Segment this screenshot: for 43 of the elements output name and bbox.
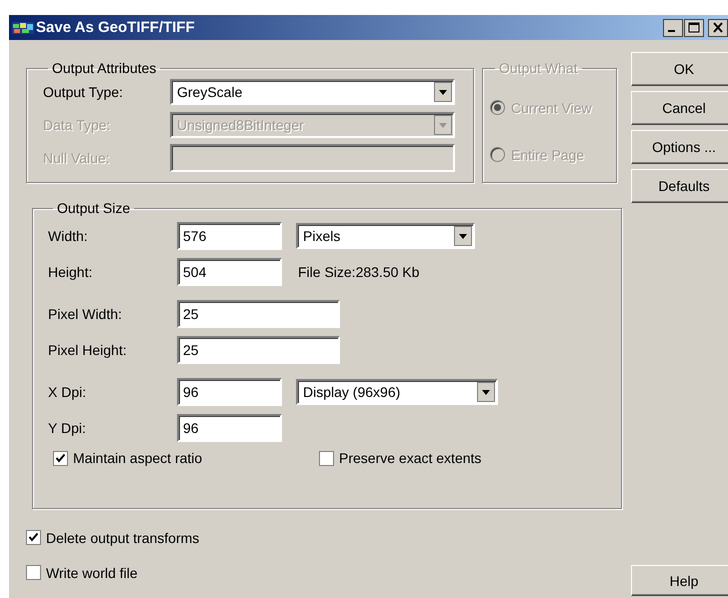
field-label: Y Dpi: (48, 420, 87, 436)
dialog-button[interactable]: Defaults (631, 169, 728, 203)
field-label: Width: (48, 228, 89, 244)
help-button[interactable]: Help (631, 565, 728, 596)
dropdown[interactable]: GreyScale (170, 78, 455, 104)
file-size-text: File Size:283.50 Kb (298, 264, 420, 280)
group-title: Output Attributes (51, 60, 158, 76)
x-dpi-field[interactable]: 96 (177, 378, 282, 406)
field-label: Pixel Height: (48, 342, 128, 358)
group-title: Output What (498, 60, 579, 76)
globe-grid-icon (12, 20, 34, 34)
checkbox[interactable] (26, 530, 41, 545)
input-field[interactable] (170, 144, 455, 172)
pixel-width-field[interactable]: 25 (177, 300, 340, 328)
checkbox[interactable] (53, 450, 68, 466)
group-title: Output Size (56, 200, 132, 216)
pixel-height-field[interactable]: 25 (177, 336, 340, 364)
window-title: Save As GeoTIFF/TIFF (36, 19, 196, 36)
dialog-button[interactable]: OK (631, 52, 728, 86)
checkbox[interactable] (319, 450, 334, 466)
checkbox-label: Maintain aspect ratio (73, 450, 202, 466)
checkbox[interactable] (26, 565, 41, 580)
caret-icon (454, 226, 472, 246)
field-label: Output Type: (43, 84, 124, 100)
caret-icon (434, 114, 452, 134)
caret-icon (477, 382, 495, 402)
close-icon[interactable] (708, 18, 728, 36)
field-label: Height: (48, 264, 94, 280)
checkbox-label: Write world file (46, 564, 138, 580)
checkbox-label: Delete output transforms (46, 530, 200, 546)
minimize-icon[interactable] (663, 18, 683, 36)
dialog-button[interactable]: Cancel (631, 91, 728, 125)
checkbox-label: Preserve exact extents (339, 450, 482, 466)
field-label: X Dpi: (48, 384, 88, 400)
width-field[interactable]: 576 (177, 222, 282, 250)
maximize-icon[interactable] (684, 18, 704, 36)
dialog-button[interactable]: Options ... (631, 130, 728, 164)
caret-icon (434, 82, 452, 102)
field-label: Pixel Width: (48, 306, 123, 322)
height-field[interactable]: 504 (177, 258, 282, 286)
y-dpi-field[interactable]: 96 (177, 414, 282, 442)
unit-dropdown[interactable]: Pixels (296, 223, 475, 249)
dpi-dropdown[interactable]: Display (96x96) (296, 379, 498, 405)
